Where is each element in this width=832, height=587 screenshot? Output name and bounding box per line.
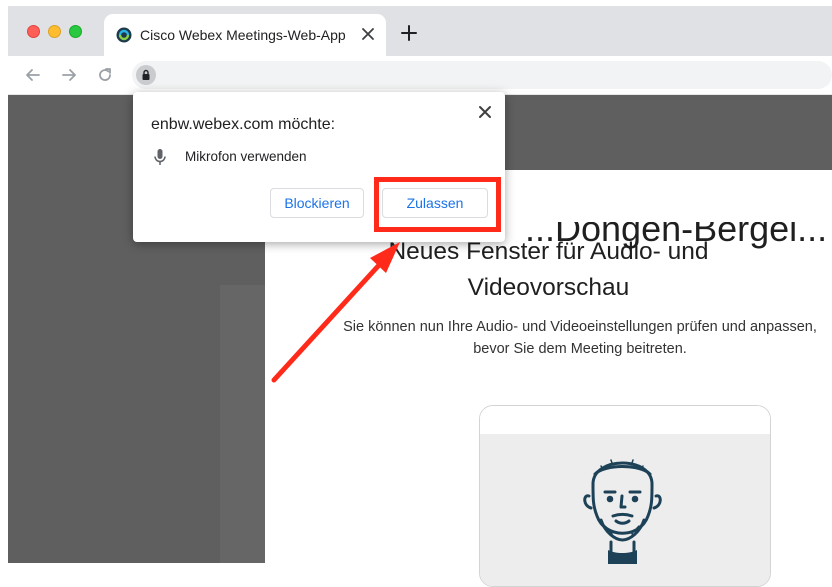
page-title: Neues Fenster für Audio- und Videovorsch… <box>265 234 832 306</box>
browser-tab[interactable]: Cisco Webex Meetings-Web-App <box>104 14 386 56</box>
window-maximize-button[interactable] <box>69 25 82 38</box>
page-description: Sie können nun Ihre Audio- und Videoeins… <box>343 319 817 357</box>
microphone-icon <box>154 149 166 165</box>
browser-toolbar <box>8 56 832 95</box>
tab-title: Cisco Webex Meetings-Web-App <box>140 27 346 43</box>
close-icon[interactable] <box>475 102 495 122</box>
address-bar[interactable] <box>132 61 832 89</box>
webex-icon <box>116 27 132 43</box>
page-title-line2: Videovorschau <box>467 274 630 301</box>
permission-label: Mikrofon verwenden <box>185 149 307 164</box>
highlight-box <box>374 177 501 232</box>
browser-tab-strip: Cisco Webex Meetings-Web-App <box>8 6 832 56</box>
video-preview-header <box>480 406 770 434</box>
user-avatar-icon <box>583 459 662 564</box>
reload-icon[interactable] <box>96 66 114 84</box>
arrow-right-icon[interactable] <box>60 66 78 84</box>
block-button[interactable]: Blockieren <box>270 188 364 218</box>
video-preview-card <box>479 405 771 587</box>
window-minimize-button[interactable] <box>48 25 61 38</box>
plus-icon[interactable] <box>400 24 418 42</box>
arrow-left-icon[interactable] <box>24 66 42 84</box>
page-title-line1: Neues Fenster für Audio- und <box>388 238 709 265</box>
site-info-button[interactable] <box>136 65 156 85</box>
popup-title: enbw.webex.com möchte: <box>151 116 336 133</box>
window-close-button[interactable] <box>27 25 40 38</box>
background-panel <box>220 285 265 563</box>
lock-icon <box>142 69 150 80</box>
close-icon[interactable] <box>358 24 378 44</box>
